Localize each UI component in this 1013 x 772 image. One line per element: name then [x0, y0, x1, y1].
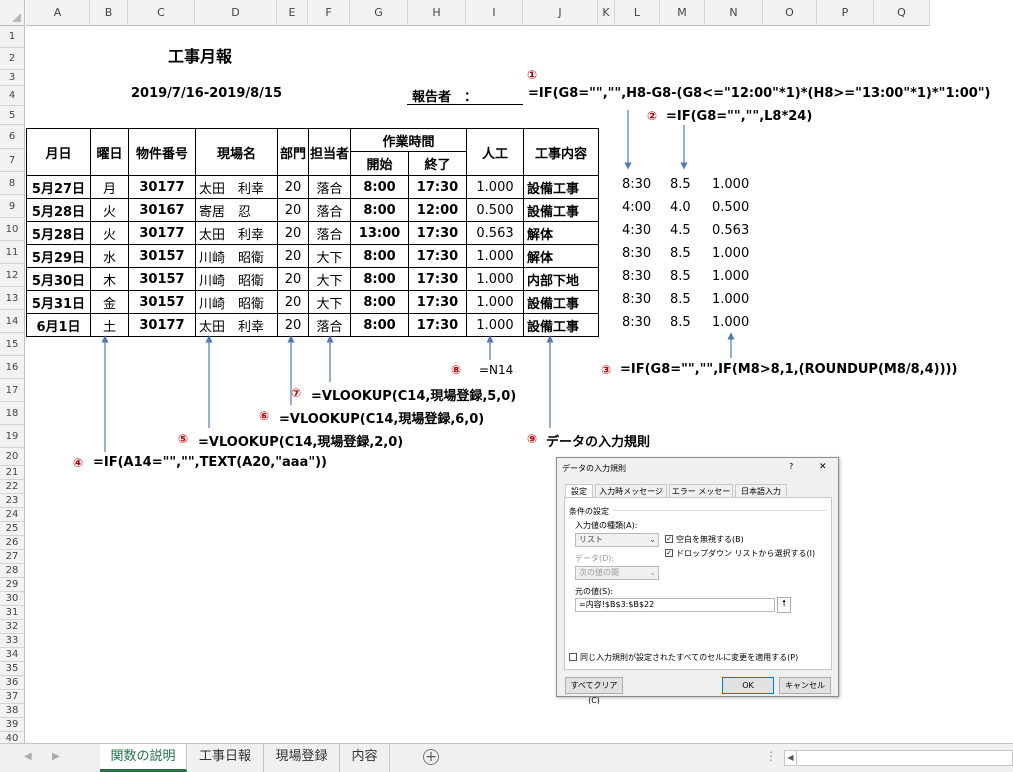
clear-all-button[interactable]: すべてクリア(C) — [565, 677, 623, 705]
data-validation-dialog: データの入力規則 ? ✕ 設定 入力時メッセージ エラー メッセージ 日本語入力… — [556, 457, 839, 705]
allow-select[interactable]: リスト ⌄ — [575, 533, 659, 547]
tab-error-message[interactable]: エラー メッセージ — [669, 484, 733, 509]
add-sheet-icon[interactable]: + — [423, 749, 439, 765]
tab-japanese-input[interactable]: 日本語入力 — [735, 484, 787, 498]
data-select[interactable]: 次の値の間 ⌄ — [575, 566, 659, 580]
dropdown-checkbox[interactable]: ✓ — [665, 549, 673, 557]
apply-all-checkbox[interactable] — [569, 653, 577, 661]
annotation-arrows — [101, 110, 735, 452]
data-value: 次の値の間 — [579, 568, 619, 577]
sheet-tab-bar: ◀ ▶ 関数の説明 工事日報 現場登録 内容 + ⋮ ◀ — [0, 743, 1013, 772]
spreadsheet: ABCDEFGHIJKLMNOPQ 1 2 3 4 5 6 7 8 9 10 11 12 13 14 15 1… — [0, 0, 1013, 772]
chevron-down-icon: ⌄ — [649, 535, 656, 544]
scroll-left-icon[interactable]: ◀ — [785, 751, 797, 765]
ignore-blank-checkbox[interactable]: ✓ — [665, 535, 673, 543]
chevron-down-icon: ⌄ — [649, 568, 656, 577]
sheet-tab-daily-report[interactable]: 工事日報 — [187, 744, 264, 772]
cancel-button[interactable]: キャンセル — [779, 677, 831, 694]
prev-sheet-icon[interactable]: ◀ — [24, 751, 32, 762]
sheet-tab-content[interactable]: 内容 — [340, 744, 390, 772]
help-button[interactable]: ? — [789, 462, 793, 471]
source-label: 元の値(S): — [575, 587, 614, 596]
allow-label: 入力値の種類(A): — [575, 521, 638, 530]
apply-all-label: 同じ入力規則が設定されたすべてのセルに変更を適用する(P) — [580, 653, 799, 662]
allow-value: リスト — [579, 535, 603, 544]
more-options-icon[interactable]: ⋮ — [765, 749, 777, 763]
sheet-tab-function-explanation[interactable]: 関数の説明 — [100, 744, 187, 772]
sheet-tab-site-registration[interactable]: 現場登録 — [264, 744, 340, 772]
ok-button[interactable]: OK — [722, 677, 774, 694]
data-label: データ(D): — [575, 554, 615, 563]
dropdown-label: ドロップダウン リストから選択する(I) — [676, 549, 816, 558]
tab-input-message[interactable]: 入力時メッセージ — [595, 484, 667, 498]
section-label: 条件の設定 — [569, 507, 609, 516]
horizontal-scrollbar[interactable]: ◀ — [784, 750, 1013, 766]
source-input[interactable]: =内容!$B$3:$B$22 — [575, 598, 775, 612]
close-button[interactable]: ✕ — [819, 462, 827, 472]
dialog-title: データの入力規則 — [562, 464, 626, 473]
ignore-blank-label: 空白を無視する(B) — [676, 535, 744, 544]
section-divider — [613, 510, 827, 511]
next-sheet-icon[interactable]: ▶ — [52, 751, 60, 762]
collapse-dialog-icon[interactable]: 🠕 — [777, 597, 791, 613]
dialog-settings-panel: 条件の設定 入力値の種類(A): リスト ⌄ ✓ 空白を無視する(B) ✓ ドロッ… — [564, 497, 832, 670]
